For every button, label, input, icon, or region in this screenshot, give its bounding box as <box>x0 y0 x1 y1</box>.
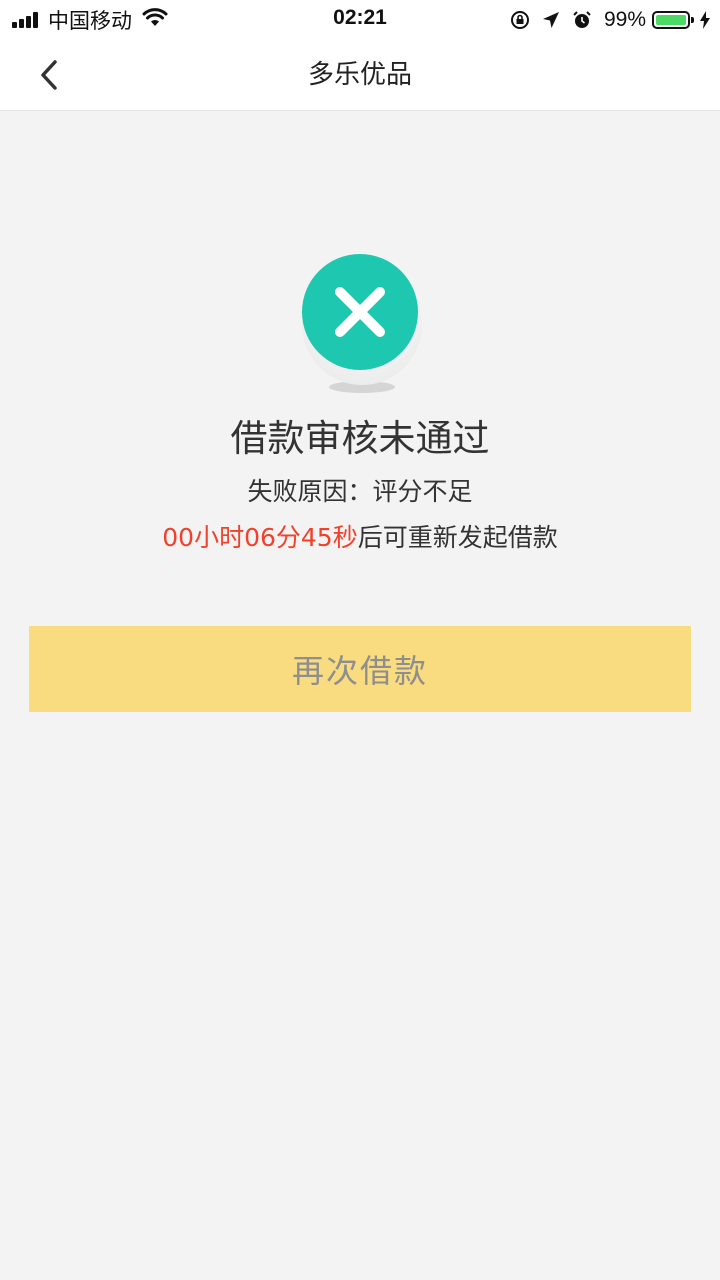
countdown-text: 00小时06分45秒后可重新发起借款 <box>0 518 720 554</box>
battery-percent: 99% <box>603 8 646 31</box>
alarm-icon <box>572 10 592 30</box>
result-status <box>300 250 424 400</box>
loan-result-screen: 中国移动 02:21 99% 多乐优品 借款审核未通过 失败原因：评分不足 00… <box>0 0 720 1280</box>
close-circle-icon <box>302 254 422 393</box>
page-title: 多乐优品 <box>307 60 412 90</box>
back-button[interactable] <box>28 54 70 96</box>
charging-icon <box>700 11 710 29</box>
status-bar: 中国移动 02:21 99% <box>0 0 720 40</box>
retry-loan-button[interactable]: 再次借款 <box>29 626 691 712</box>
result-title: 借款审核未通过 <box>230 417 490 460</box>
chevron-left-icon <box>41 60 57 90</box>
fail-reason: 失败原因：评分不足 <box>247 477 473 506</box>
nav-bar: 多乐优品 <box>0 40 720 111</box>
location-icon <box>542 11 560 29</box>
battery-level <box>656 15 686 25</box>
battery-icon <box>652 11 694 29</box>
rotation-lock-icon <box>510 10 530 30</box>
countdown-suffix: 后可重新发起借款 <box>357 523 558 552</box>
countdown-timer: 00小时06分45秒 <box>162 523 358 552</box>
